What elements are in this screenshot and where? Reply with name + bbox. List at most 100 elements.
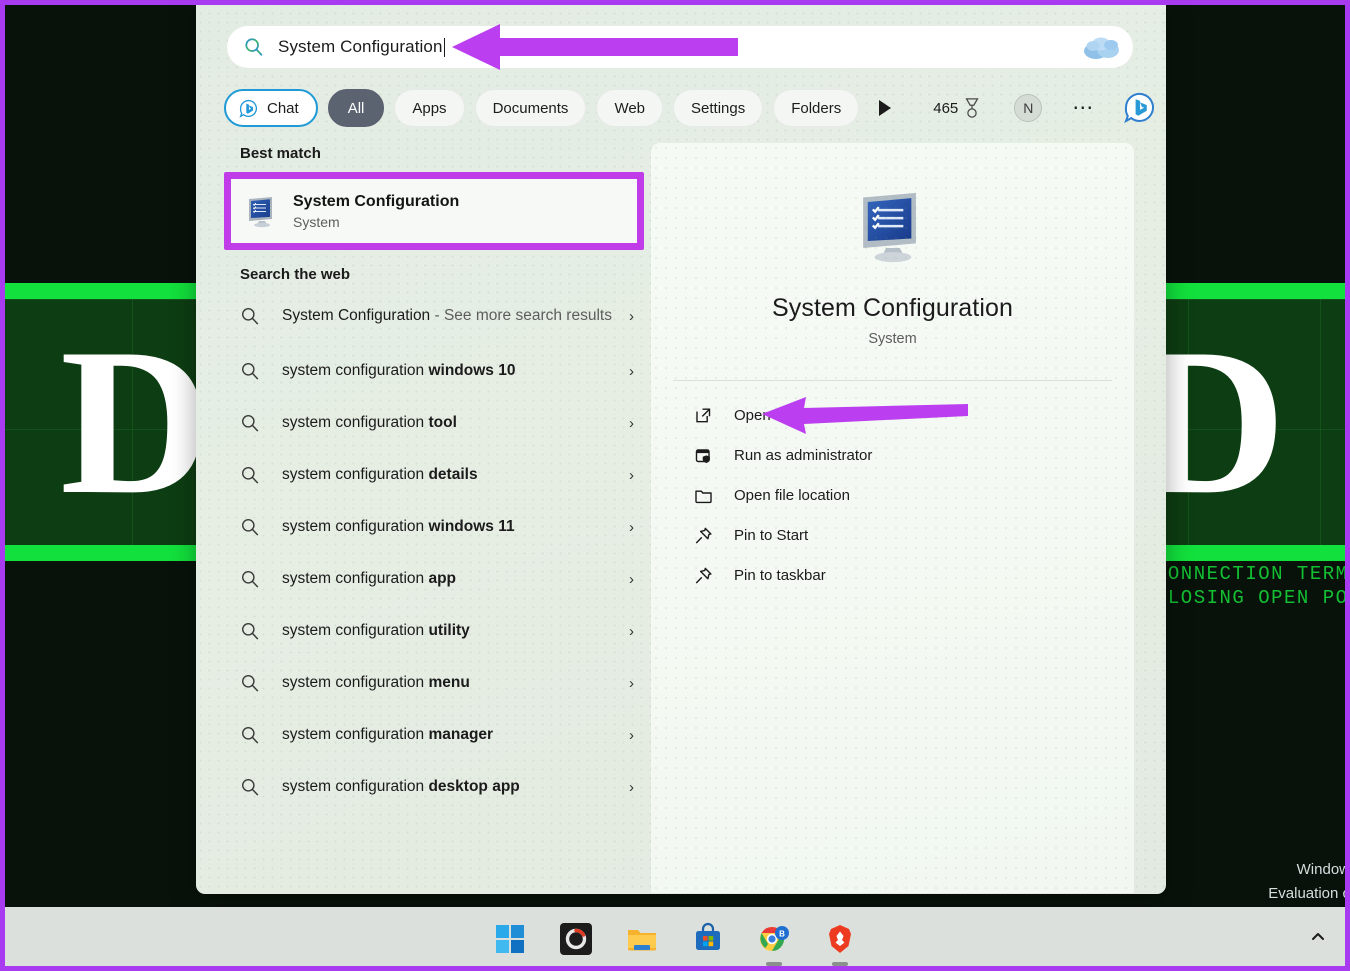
action-pin-to-taskbar[interactable]: Pin to taskbar (687, 555, 1098, 595)
suggestion-prefix: system configuration (282, 414, 428, 431)
windows-search-panel: System Configuration Chat All Apps Docum… (196, 0, 1166, 894)
windows-logo-icon (493, 922, 527, 956)
suggestion-prefix: system configuration (282, 726, 428, 743)
suggestion-bold: manager (428, 726, 493, 743)
search-web-heading: Search the web (240, 266, 644, 283)
windows-evaluation-watermark: Window Evaluation c (1268, 858, 1350, 906)
search-icon (240, 777, 260, 797)
start-button[interactable] (490, 919, 530, 959)
suggestion-label: system configuration manager (282, 725, 621, 746)
medal-icon (962, 97, 982, 119)
search-results-column: Best match System Con (224, 145, 644, 813)
chevron-right-icon: › (629, 675, 634, 692)
file-explorer-button[interactable] (622, 919, 662, 959)
chrome-button[interactable]: B (754, 919, 794, 959)
suggestion-label: system configuration desktop app (282, 777, 621, 798)
action-pin-to-start[interactable]: Pin to Start (687, 515, 1098, 555)
suggestion-desktop-app[interactable]: system configuration desktop app › (224, 761, 644, 813)
bing-chat-icon (238, 98, 259, 119)
suggestion-prefix: system configuration (282, 674, 428, 691)
search-icon (240, 465, 260, 485)
suggestion-details[interactable]: system configuration details › (224, 449, 644, 501)
suggestion-bold: desktop app (428, 778, 519, 795)
microsoft-store-button[interactable] (688, 919, 728, 959)
filter-documents-label: Documents (493, 100, 569, 117)
suggestion-menu[interactable]: system configuration menu › (224, 657, 644, 709)
chevron-right-icon: › (629, 779, 634, 796)
brave-lion-icon (823, 922, 857, 956)
suggestion-utility[interactable]: system configuration utility › (224, 605, 644, 657)
suggestion-label: System Configuration - See more search r… (282, 306, 621, 327)
folder-icon (625, 922, 659, 956)
chevron-right-icon: › (629, 308, 634, 325)
search-filter-bar: Chat All Apps Documents Web Settings Fol… (224, 88, 1157, 128)
avatar-initial: N (1023, 100, 1033, 116)
action-open[interactable]: Open (687, 395, 1098, 435)
search-box[interactable]: System Configuration (227, 26, 1133, 68)
best-match-subtitle: System (293, 214, 459, 230)
chevron-right-icon: › (629, 415, 634, 432)
filter-settings-label: Settings (691, 100, 745, 117)
suggestion-label: system configuration utility (282, 621, 621, 642)
filter-documents[interactable]: Documents (475, 89, 587, 127)
play-arrow-icon[interactable] (879, 100, 891, 116)
ellipsis-icon[interactable]: ⋯ (1072, 103, 1095, 113)
preview-subtitle: System (651, 331, 1134, 347)
svg-text:B: B (779, 930, 785, 939)
action-open-file-location[interactable]: Open file location (687, 475, 1098, 515)
search-icon (240, 306, 260, 326)
action-run-admin-label: Run as administrator (734, 447, 872, 464)
taskbar-icons: B (490, 919, 860, 959)
chevron-right-icon: › (629, 727, 634, 744)
filter-chat[interactable]: Chat (224, 89, 318, 127)
search-icon (240, 621, 260, 641)
filter-folders-label: Folders (791, 100, 841, 117)
folder-icon (693, 485, 714, 506)
search-icon (240, 361, 260, 381)
suggestion-app[interactable]: system configuration app › (224, 553, 644, 605)
rewards-indicator[interactable]: 465 (933, 97, 982, 119)
wallpaper-letter-left: D (60, 317, 216, 527)
suggestion-prefix: system configuration (282, 362, 428, 379)
suggestion-label: system configuration details (282, 465, 621, 486)
taskbar: B (0, 907, 1350, 971)
chevron-right-icon: › (629, 363, 634, 380)
user-avatar[interactable]: N (1014, 94, 1042, 122)
brave-button[interactable] (820, 919, 860, 959)
taskbar-app-dark[interactable] (556, 919, 596, 959)
best-match-result[interactable]: System Configuration System (231, 179, 637, 243)
suggestion-bold: details (428, 466, 477, 483)
filter-chat-label: Chat (267, 100, 299, 117)
watermark-line-1: Window (1268, 858, 1350, 882)
tray-chevron-up-icon[interactable] (1308, 927, 1328, 952)
filter-all[interactable]: All (328, 89, 385, 127)
action-run-as-administrator[interactable]: Run as administrator (687, 435, 1098, 475)
search-icon (240, 673, 260, 693)
suggestion-manager[interactable]: system configuration manager › (224, 709, 644, 761)
pin-icon (693, 565, 714, 586)
filter-apps[interactable]: Apps (394, 89, 464, 127)
suggestion-windows-11[interactable]: system configuration windows 11 › (224, 501, 644, 553)
bing-chat-button-icon[interactable] (1123, 91, 1157, 125)
running-indicator (766, 962, 782, 966)
filter-settings[interactable]: Settings (673, 89, 763, 127)
cloud-icon[interactable] (1081, 32, 1125, 62)
filter-folders[interactable]: Folders (773, 89, 859, 127)
chevron-right-icon: › (629, 623, 634, 640)
suggestion-bold: windows 10 (428, 362, 515, 379)
suggestion-see-more[interactable]: System Configuration - See more search r… (224, 287, 644, 345)
suggestion-see-more-text: - See more search results (430, 307, 612, 324)
suggestion-bold: utility (428, 622, 469, 639)
app-preview-panel: System Configuration System Open Run as … (651, 143, 1134, 893)
suggestion-windows-10[interactable]: system configuration windows 10 › (224, 345, 644, 397)
suggestion-tool[interactable]: system configuration tool › (224, 397, 644, 449)
chevron-right-icon: › (629, 467, 634, 484)
filter-web[interactable]: Web (596, 89, 663, 127)
filter-web-label: Web (614, 100, 645, 117)
suggestion-label: system configuration windows 11 (282, 517, 621, 538)
watermark-line-2: Evaluation c (1268, 882, 1350, 906)
search-input-value[interactable]: System Configuration (278, 37, 443, 57)
preview-title: System Configuration (651, 294, 1134, 323)
action-file-location-label: Open file location (734, 487, 850, 504)
suggestion-prefix: system configuration (282, 518, 428, 535)
